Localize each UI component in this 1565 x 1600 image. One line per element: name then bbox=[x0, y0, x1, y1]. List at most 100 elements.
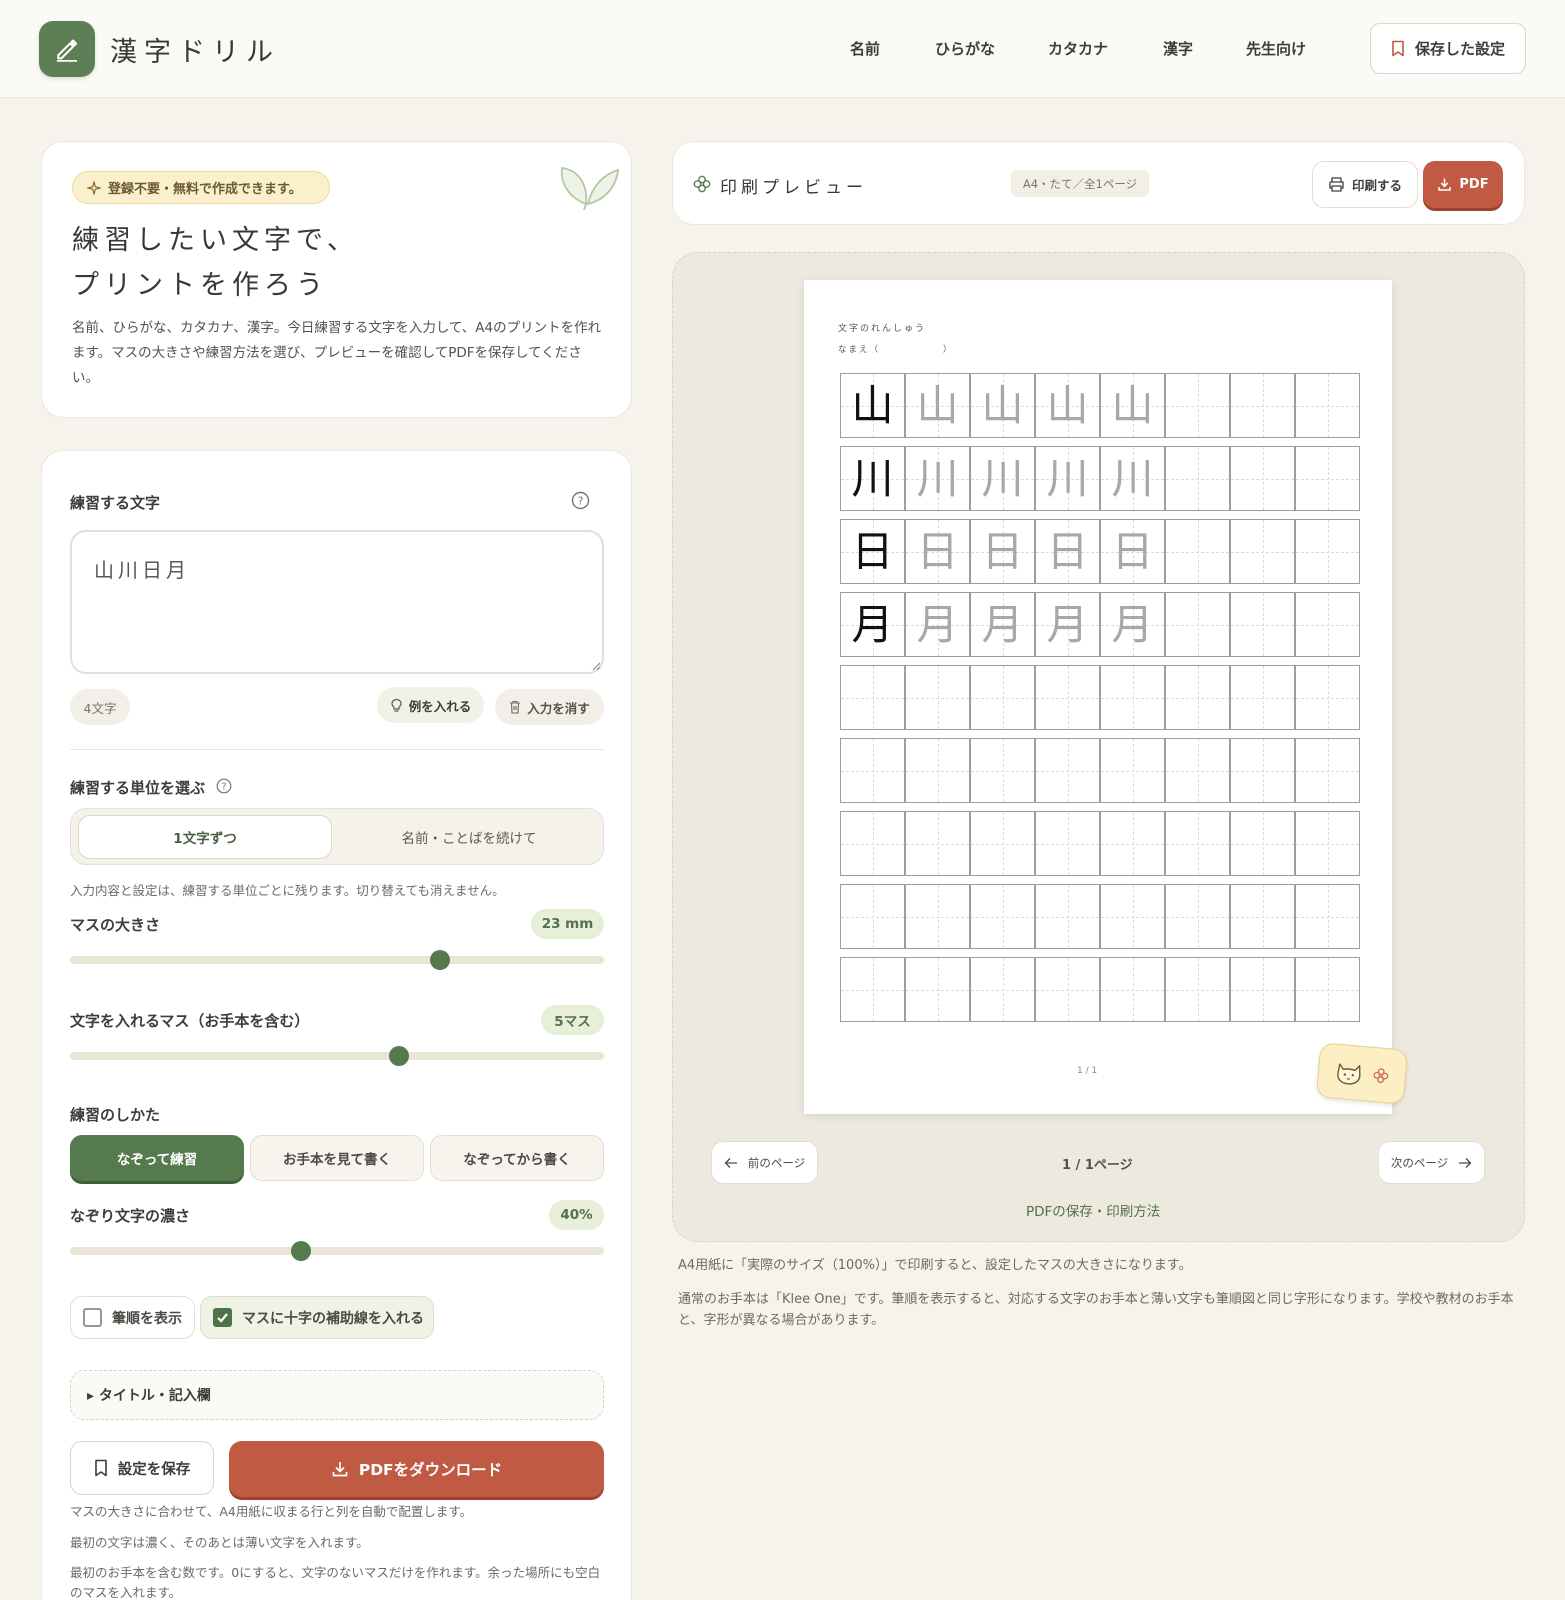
nav-teachers[interactable]: 先生向け bbox=[1246, 38, 1306, 59]
help-icon[interactable]: ? bbox=[216, 778, 232, 794]
size-slider-thumb[interactable] bbox=[429, 950, 450, 970]
unit-option-single[interactable]: 1文字ずつ bbox=[78, 815, 332, 859]
grid-cell bbox=[1165, 665, 1230, 730]
unit-option-continuous[interactable]: 名前・ことばを続けて bbox=[339, 815, 599, 859]
saved-settings-label: 保存した設定 bbox=[1414, 40, 1505, 58]
pencil-logo-icon[interactable] bbox=[39, 21, 95, 77]
grid-cell bbox=[1230, 738, 1295, 803]
arrow-left-icon bbox=[724, 1157, 737, 1168]
cat-sticker bbox=[1315, 1042, 1409, 1105]
chars-input[interactable]: 山川日月 bbox=[70, 530, 604, 674]
method-copy[interactable]: お手本を見て書く bbox=[250, 1135, 424, 1181]
method-trace[interactable]: なぞって練習 bbox=[70, 1135, 244, 1181]
clear-button[interactable]: 入力を消す bbox=[495, 689, 604, 725]
grid-cell bbox=[1230, 446, 1295, 511]
app-title[interactable]: 漢字ドリル bbox=[110, 30, 280, 69]
density-slider[interactable] bbox=[70, 1241, 604, 1261]
checkbox-unchecked[interactable] bbox=[83, 1308, 102, 1327]
density-slider-thumb[interactable] bbox=[291, 1241, 312, 1261]
lightbulb-icon bbox=[391, 698, 402, 712]
printer-icon bbox=[1329, 177, 1344, 192]
grid-cell bbox=[1165, 738, 1230, 803]
nav-kanji[interactable]: 漢字 bbox=[1163, 38, 1193, 59]
download-icon bbox=[1438, 178, 1452, 191]
grid-cell: 日 bbox=[1100, 519, 1165, 584]
help-text-2: 最初の文字は濃く、そのあとは薄い文字を入れます。 bbox=[70, 1535, 369, 1550]
trace-character: 日 bbox=[1111, 526, 1154, 576]
nav-name[interactable]: 名前 bbox=[850, 38, 880, 59]
pdf-help-link[interactable]: PDFの保存・印刷方法 bbox=[1026, 1200, 1160, 1220]
resize-handle-icon[interactable] bbox=[592, 662, 601, 671]
chars-label: 練習する文字 bbox=[70, 494, 161, 512]
saved-settings-button[interactable]: 保存した設定 bbox=[1370, 23, 1526, 74]
cells-label: 文字を入れるマス（お手本を含む） bbox=[70, 1012, 310, 1030]
grid-cell bbox=[1165, 592, 1230, 657]
clear-label: 入力を消す bbox=[527, 700, 590, 716]
grid-cell bbox=[1230, 519, 1295, 584]
checkbox-checked-icon[interactable] bbox=[213, 1308, 232, 1327]
grid-cell: 月 bbox=[905, 592, 970, 657]
unit-label: 練習する単位を選ぶ bbox=[70, 779, 206, 797]
next-page-button[interactable]: 次のページ bbox=[1378, 1141, 1485, 1184]
pdf-button[interactable]: PDF bbox=[1423, 161, 1503, 208]
example-button[interactable]: 例を入れる bbox=[377, 687, 484, 723]
grid-cell: 川 bbox=[970, 446, 1035, 511]
grid-cell bbox=[1100, 884, 1165, 949]
grid-cell: 山 bbox=[1100, 373, 1165, 438]
title-fields-toggle[interactable]: ▸ タイトル・記入欄 bbox=[70, 1370, 604, 1420]
cross-guide-checkbox[interactable]: マスに十字の補助線を入れる bbox=[200, 1296, 434, 1339]
nav-katakana[interactable]: カタカナ bbox=[1048, 38, 1108, 59]
density-value: 40% bbox=[549, 1200, 604, 1230]
trace-character: 川 bbox=[916, 453, 959, 503]
cells-slider[interactable] bbox=[70, 1046, 604, 1066]
method-label: 練習のしかた bbox=[70, 1106, 161, 1124]
method-trace-then-write[interactable]: なぞってから書く bbox=[430, 1135, 604, 1181]
save-settings-button[interactable]: 設定を保存 bbox=[70, 1441, 214, 1495]
prev-page-button[interactable]: 前のページ bbox=[711, 1141, 818, 1184]
grid-cell bbox=[905, 957, 970, 1022]
grid-cell bbox=[970, 884, 1035, 949]
cells-slider-thumb[interactable] bbox=[388, 1046, 409, 1066]
grid-cell: 川 bbox=[840, 446, 905, 511]
trace-character: 日 bbox=[1046, 526, 1089, 576]
grid-cell bbox=[1035, 957, 1100, 1022]
stroke-order-checkbox[interactable]: 筆順を表示 bbox=[70, 1296, 195, 1339]
trace-character: 川 bbox=[1046, 453, 1089, 503]
nav-hiragana[interactable]: ひらがな bbox=[935, 38, 995, 59]
size-value: 23 mm bbox=[531, 909, 604, 939]
grid-cell bbox=[840, 957, 905, 1022]
grid-cell bbox=[905, 738, 970, 803]
grid-cell: 月 bbox=[1100, 592, 1165, 657]
download-pdf-button[interactable]: PDFをダウンロード bbox=[229, 1441, 604, 1497]
grid-cell bbox=[840, 811, 905, 876]
help-text-1: マスの大きさに合わせて、A4用紙に収まる行と列を自動で配置します。 bbox=[70, 1504, 473, 1519]
help-icon[interactable]: ? bbox=[571, 491, 590, 510]
cells-value: 5マス bbox=[541, 1005, 604, 1035]
grid-cell bbox=[1230, 884, 1295, 949]
grid-cell bbox=[840, 884, 905, 949]
grid-cell bbox=[1165, 884, 1230, 949]
leaf-icon bbox=[560, 166, 620, 210]
grid-cell bbox=[1165, 446, 1230, 511]
unit-segmented-control: 1文字ずつ 名前・ことばを続けて bbox=[70, 808, 604, 865]
grid-cell bbox=[1035, 884, 1100, 949]
grid-cell bbox=[1295, 446, 1360, 511]
model-character: 月 bbox=[851, 599, 894, 649]
flower-icon bbox=[693, 175, 711, 193]
grid-cell bbox=[1100, 957, 1165, 1022]
density-label: なぞり文字の濃さ bbox=[70, 1207, 191, 1225]
grid-cell bbox=[1165, 519, 1230, 584]
model-character: 山 bbox=[851, 380, 894, 430]
svg-text:?: ? bbox=[221, 782, 226, 793]
trace-character: 山 bbox=[1046, 380, 1089, 430]
trace-character: 山 bbox=[981, 380, 1024, 430]
grid-cell bbox=[905, 665, 970, 730]
model-character: 川 bbox=[851, 453, 894, 503]
pdf-label: PDF bbox=[1459, 177, 1489, 192]
print-button[interactable]: 印刷する bbox=[1312, 161, 1418, 208]
grid-cell bbox=[1100, 665, 1165, 730]
divider bbox=[70, 749, 604, 750]
size-slider[interactable] bbox=[70, 950, 604, 970]
model-character: 日 bbox=[851, 526, 894, 576]
bookmark-icon bbox=[1392, 40, 1404, 57]
